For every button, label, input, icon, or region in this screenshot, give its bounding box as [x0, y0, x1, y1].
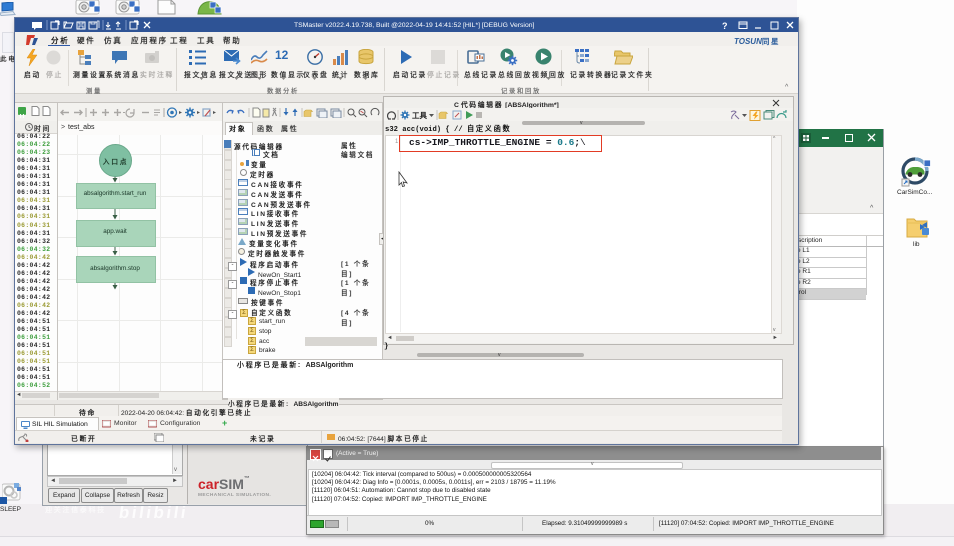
svg-text:工具: 工具 — [412, 111, 427, 120]
svg-text:?: ? — [722, 21, 728, 31]
